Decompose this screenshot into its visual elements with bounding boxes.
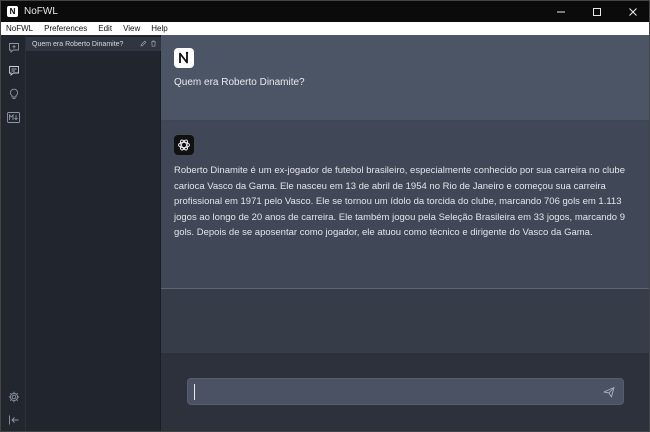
chat-item-title: Quem era Roberto Dinamite? (32, 40, 124, 48)
maximize-icon (593, 7, 601, 16)
settings-button[interactable] (7, 390, 20, 403)
conversation-spacer (161, 289, 649, 353)
settings-icon (8, 391, 19, 402)
menu-view[interactable]: View (118, 22, 146, 35)
edit-icon[interactable] (140, 40, 147, 47)
menu-help[interactable]: Help (146, 22, 173, 35)
minimize-button[interactable] (543, 1, 579, 22)
close-icon (629, 7, 637, 16)
assistant-message-text: Roberto Dinamite é um ex-jogador de fute… (174, 165, 625, 238)
send-button[interactable] (602, 385, 616, 399)
markdown-download-icon (7, 112, 20, 123)
new-chat-icon (8, 42, 19, 53)
assistant-avatar (174, 135, 194, 155)
composer-area (161, 353, 649, 431)
user-message: Quem era Roberto Dinamite? (161, 35, 649, 121)
menu-nofwl[interactable]: NoFWL (1, 22, 39, 35)
user-avatar (174, 48, 194, 68)
new-chat-button[interactable] (7, 41, 20, 54)
window-controls (543, 1, 649, 22)
message-input[interactable] (194, 384, 594, 400)
menu-preferences[interactable]: Preferences (39, 22, 93, 35)
chat-item-actions (140, 40, 157, 47)
assistant-message: Roberto Dinamite é um ex-jogador de fute… (161, 121, 649, 289)
nofwl-avatar-icon (179, 51, 189, 64)
window-title: NoFWL (24, 6, 58, 17)
app-window: N NoFWL NoFWL Preferences Edit View Help (0, 0, 650, 432)
message-input-box (187, 378, 624, 405)
collapse-sidebar-icon (8, 415, 18, 424)
chat-history-icon (8, 65, 19, 76)
menu-bar: NoFWL Preferences Edit View Help (1, 22, 649, 35)
prompt-tips-icon (9, 88, 18, 99)
chat-sidebar: Quem era Roberto Dinamite? (26, 35, 161, 431)
maximize-button[interactable] (579, 1, 615, 22)
chat-history-button[interactable] (7, 64, 20, 77)
minimize-icon (557, 11, 565, 12)
menu-edit[interactable]: Edit (93, 22, 118, 35)
openai-logo-icon (178, 139, 190, 151)
title-bar: N NoFWL (1, 1, 649, 22)
collapse-sidebar-button[interactable] (7, 413, 20, 426)
send-icon (603, 387, 615, 398)
app-logo-icon: N (7, 6, 18, 17)
icon-rail (1, 35, 26, 431)
close-button[interactable] (615, 1, 649, 22)
chat-list-item[interactable]: Quem era Roberto Dinamite? (26, 37, 161, 51)
delete-icon[interactable] (150, 40, 157, 47)
prompt-tips-button[interactable] (7, 87, 20, 100)
user-message-text: Quem era Roberto Dinamite? (174, 77, 305, 88)
markdown-download-button[interactable] (7, 111, 20, 124)
conversation-pane: Quem era Roberto Dinamite? Roberto Dinam… (161, 35, 649, 431)
